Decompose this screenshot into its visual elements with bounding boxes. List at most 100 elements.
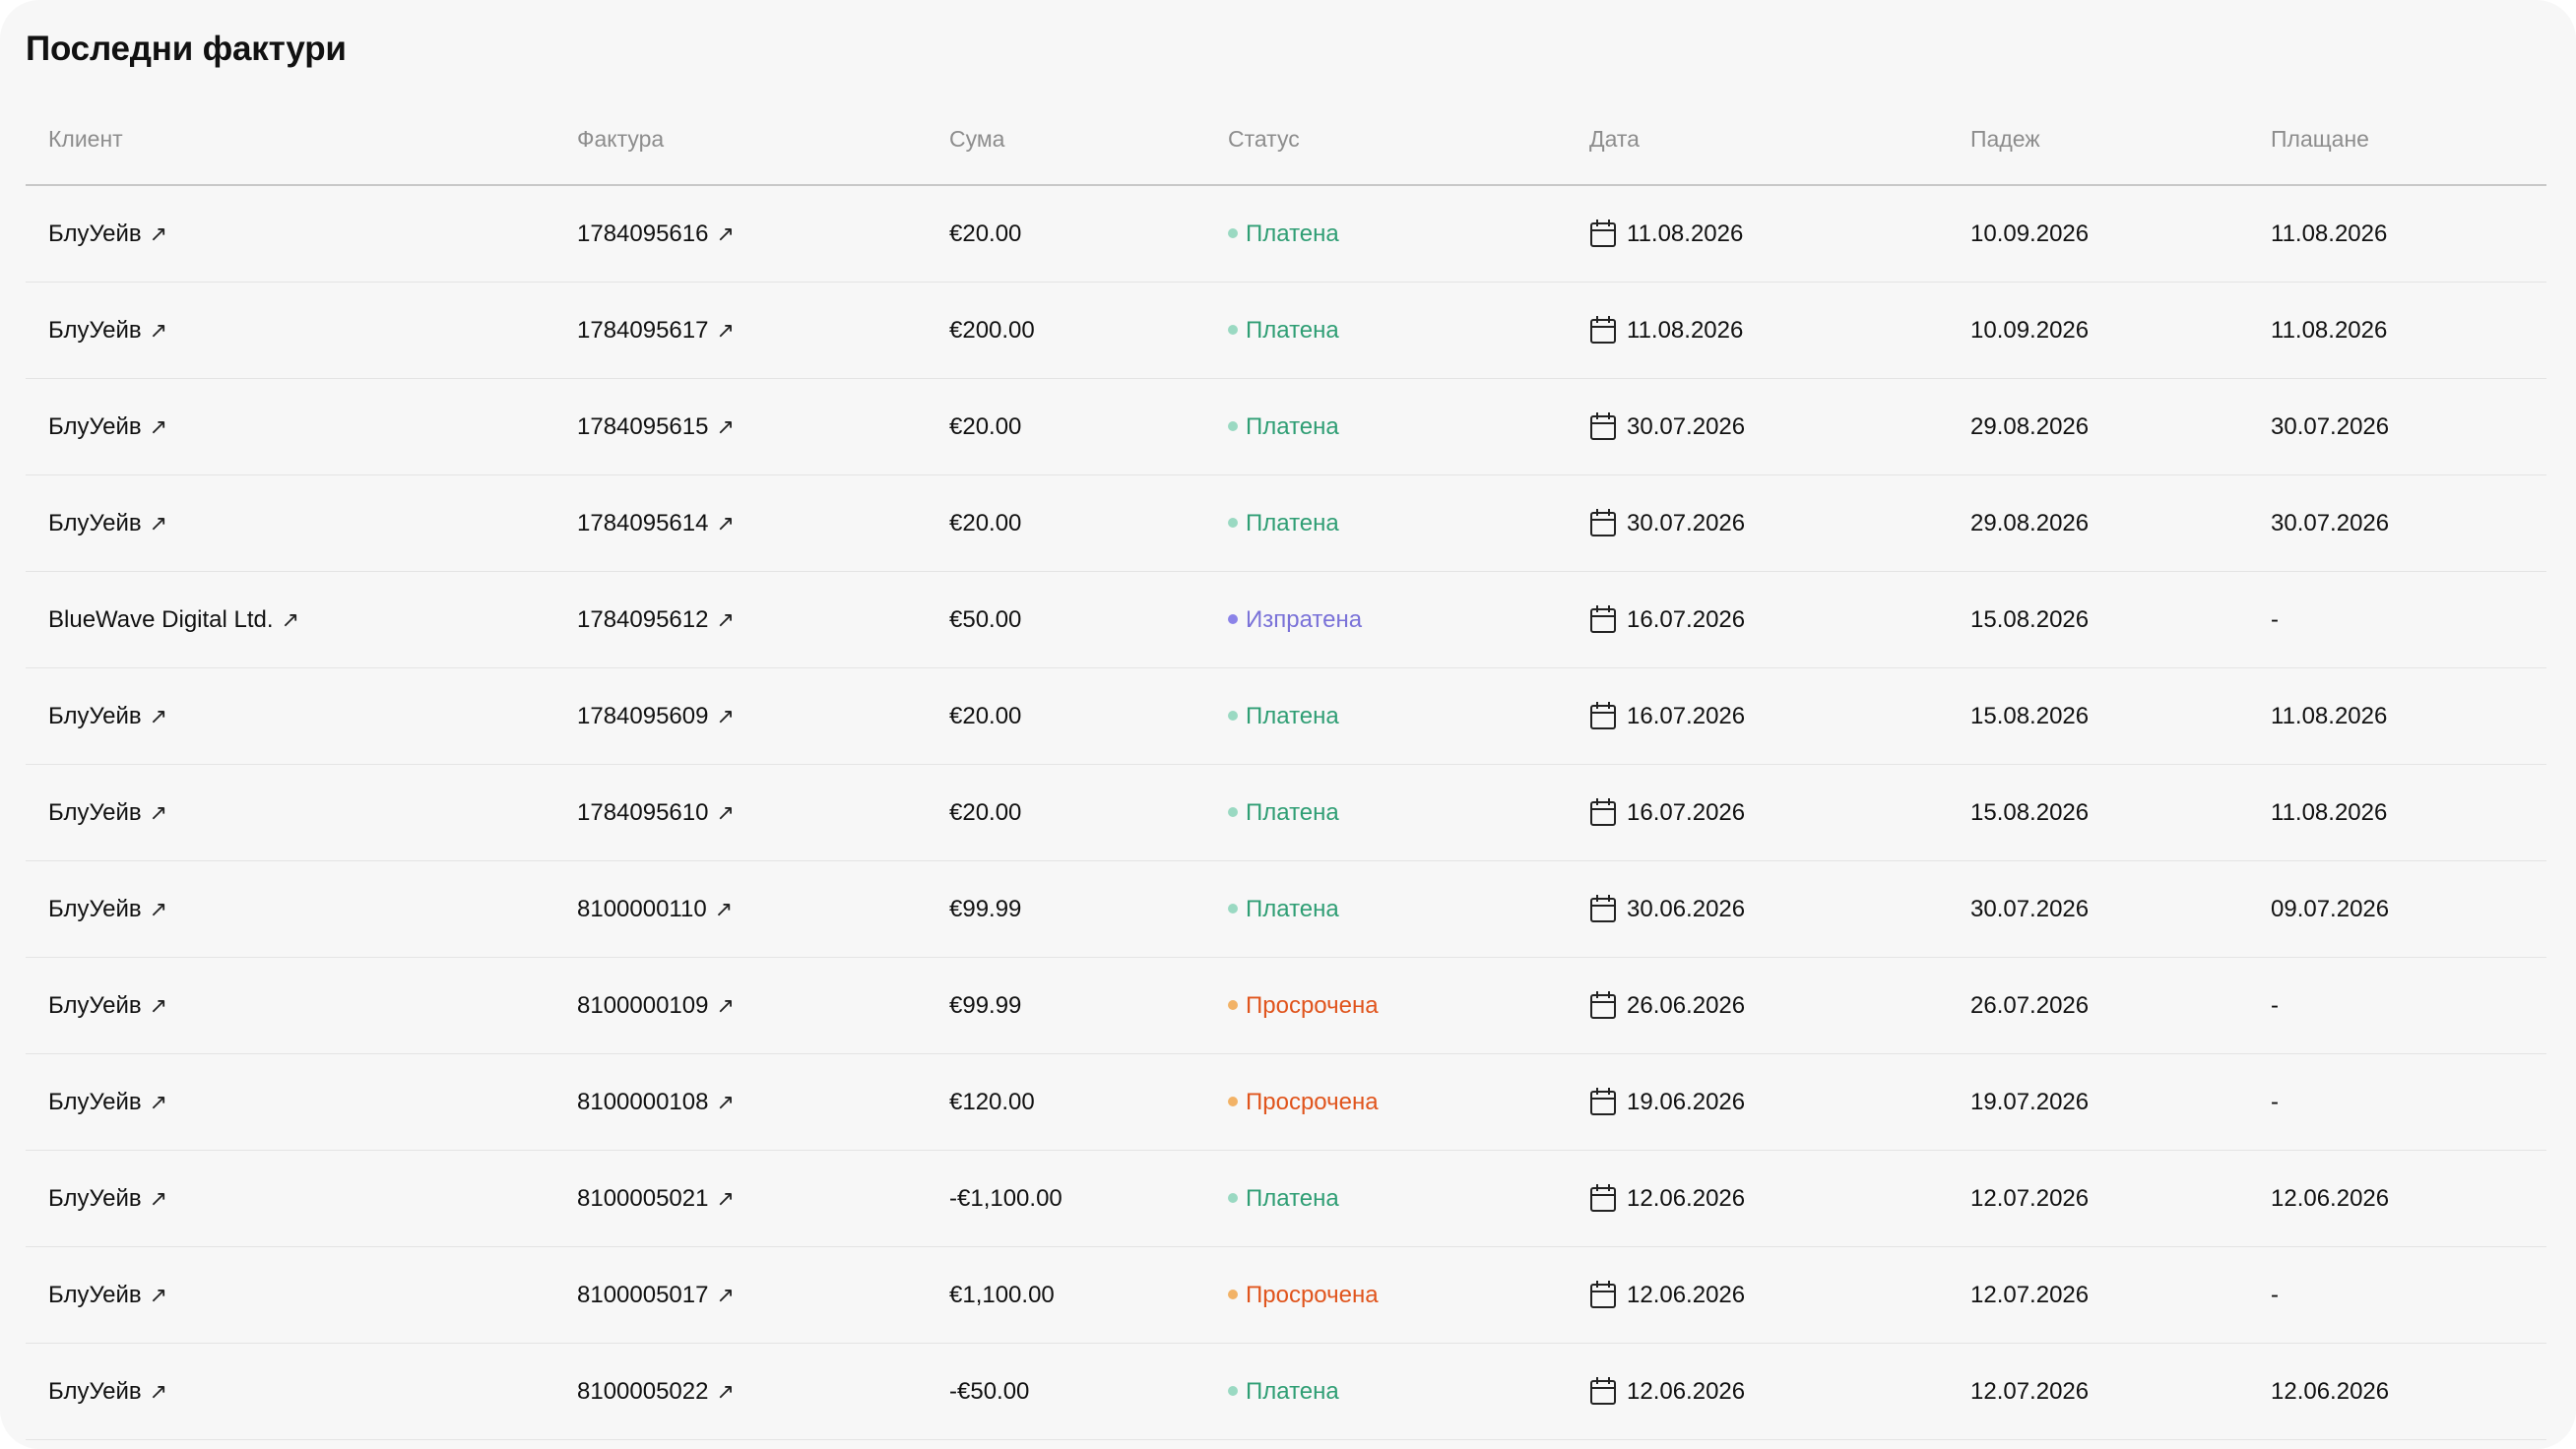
invoice-link[interactable]: 1784095609 ↗ (577, 668, 735, 764)
amount: €20.00 (949, 703, 1022, 729)
amount: €99.99 (949, 896, 1022, 922)
column-header-client[interactable]: Клиент (48, 126, 123, 153)
table-row[interactable]: БлуУейв ↗ 1784095614 ↗ €20.00 Платена 30.0… (26, 475, 2546, 572)
issue-date: 26.06.2026 (1589, 958, 1745, 1053)
status-dot-icon (1228, 903, 1238, 914)
issue-date-value: 26.06.2026 (1627, 992, 1746, 1019)
table-row[interactable]: БлуУейв ↗ 8100005021 ↗ -€1,100.00 Платена … (26, 1151, 2546, 1247)
column-header-payment[interactable]: Плащане (2271, 126, 2369, 153)
table-row[interactable]: БлуУейв ↗ 8100005017 ↗ €1,100.00 Просрочен… (26, 1247, 2546, 1344)
issue-date: 30.06.2026 (1589, 861, 1745, 957)
amount: €1,100.00 (949, 1282, 1055, 1308)
client-link[interactable]: БлуУейв ↗ (48, 186, 167, 282)
issue-date-value: 16.07.2026 (1627, 606, 1746, 633)
status-label: Платена (1246, 413, 1339, 440)
client-link[interactable]: БлуУейв ↗ (48, 861, 167, 957)
payment-date: 11.08.2026 (2271, 220, 2388, 247)
calendar-icon (1590, 990, 1616, 1019)
issue-date-value: 11.08.2026 (1627, 220, 1744, 247)
issue-date-value: 12.06.2026 (1627, 1185, 1746, 1212)
client-name: БлуУейв (48, 317, 142, 344)
external-link-icon: ↗ (716, 607, 735, 632)
external-link-icon: ↗ (149, 318, 168, 343)
status-label: Платена (1246, 703, 1339, 729)
status-label: Платена (1246, 1378, 1339, 1405)
invoice-link[interactable]: 8100005017 ↗ (577, 1247, 735, 1343)
client-link[interactable]: BlueWave Digital Ltd. ↗ (48, 572, 299, 667)
client-link[interactable]: БлуУейв ↗ (48, 475, 167, 571)
amount: -€50.00 (949, 1378, 1030, 1405)
status-label: Изпратена (1246, 606, 1363, 633)
external-link-icon: ↗ (149, 897, 168, 921)
issue-date-value: 11.08.2026 (1627, 317, 1744, 344)
client-name: БлуУейв (48, 510, 142, 536)
amount: -€1,100.00 (949, 1185, 1063, 1212)
status-badge: Просрочена (1228, 1054, 1379, 1150)
issue-date-value: 12.06.2026 (1627, 1378, 1746, 1405)
invoice-link[interactable]: 1784095616 ↗ (577, 186, 735, 282)
table-row[interactable]: BlueWave Digital Ltd. ↗ 1784095612 ↗ €50.0… (26, 572, 2546, 668)
issue-date: 19.06.2026 (1589, 1054, 1745, 1150)
calendar-icon (1590, 508, 1616, 536)
due-date: 15.08.2026 (1970, 799, 2090, 826)
calendar-icon (1590, 315, 1616, 344)
invoice-number: 1784095612 (577, 606, 709, 633)
table-row[interactable]: БлуУейв ↗ 8100005022 ↗ -€50.00 Платена 12.… (26, 1344, 2546, 1440)
calendar-icon (1590, 1087, 1616, 1115)
status-label: Платена (1246, 1185, 1339, 1212)
table-row[interactable]: БлуУейв ↗ 1784095615 ↗ €20.00 Платена 30.0… (26, 379, 2546, 475)
calendar-icon (1590, 219, 1616, 247)
client-link[interactable]: БлуУейв ↗ (48, 379, 167, 474)
table-row[interactable]: БлуУейв ↗ 1784095609 ↗ €20.00 Платена 16.0… (26, 668, 2546, 765)
calendar-icon (1590, 701, 1616, 729)
table-row[interactable]: БлуУейв ↗ 8100000109 ↗ €99.99 Просрочена 2… (26, 958, 2546, 1054)
client-link[interactable]: БлуУейв ↗ (48, 765, 167, 860)
status-dot-icon (1228, 1385, 1238, 1396)
invoice-link[interactable]: 8100000109 ↗ (577, 958, 735, 1053)
client-name: БлуУейв (48, 703, 142, 729)
client-link[interactable]: БлуУейв ↗ (48, 1054, 167, 1150)
column-header-amount[interactable]: Сума (949, 126, 1004, 153)
invoice-link[interactable]: 1784095610 ↗ (577, 765, 735, 860)
calendar-icon (1590, 797, 1616, 826)
client-link[interactable]: БлуУейв ↗ (48, 958, 167, 1053)
table-row[interactable]: БлуУейв ↗ 8100000110 ↗ €99.99 Платена 30.0… (26, 861, 2546, 958)
invoice-number: 8100005022 (577, 1378, 709, 1405)
client-name: БлуУейв (48, 799, 142, 826)
client-link[interactable]: БлуУейв ↗ (48, 668, 167, 764)
client-link[interactable]: БлуУейв ↗ (48, 1151, 167, 1246)
table-row[interactable]: БлуУейв ↗ 1784095617 ↗ €200.00 Платена 11.… (26, 283, 2546, 379)
column-header-due[interactable]: Падеж (1970, 126, 2040, 153)
invoice-link[interactable]: 1784095612 ↗ (577, 572, 735, 667)
client-name: БлуУейв (48, 1378, 142, 1405)
invoice-number: 1784095609 (577, 703, 709, 729)
invoice-link[interactable]: 8100000108 ↗ (577, 1054, 735, 1150)
column-header-date[interactable]: Дата (1589, 126, 1640, 153)
client-link[interactable]: БлуУейв ↗ (48, 283, 167, 378)
table-row[interactable]: БлуУейв ↗ 1784095610 ↗ €20.00 Платена 16.0… (26, 765, 2546, 861)
client-name: БлуУейв (48, 1282, 142, 1308)
client-name: БлуУейв (48, 1185, 142, 1212)
client-link[interactable]: БлуУейв ↗ (48, 1344, 167, 1439)
invoice-link[interactable]: 1784095617 ↗ (577, 283, 735, 378)
payment-date: 30.07.2026 (2271, 413, 2390, 440)
amount: €200.00 (949, 317, 1035, 344)
client-link[interactable]: БлуУейв ↗ (48, 1247, 167, 1343)
status-badge: Платена (1228, 765, 1339, 860)
invoice-link[interactable]: 8100005021 ↗ (577, 1151, 735, 1246)
table-row[interactable]: БлуУейв ↗ 8100000108 ↗ €120.00 Просрочена … (26, 1054, 2546, 1151)
column-header-status[interactable]: Статус (1228, 126, 1300, 153)
issue-date-value: 19.06.2026 (1627, 1089, 1746, 1115)
table-row[interactable]: БлуУейв ↗ 1784095616 ↗ €20.00 Платена 11.0… (26, 186, 2546, 283)
invoice-link[interactable]: 8100000110 ↗ (577, 861, 733, 957)
invoice-link[interactable]: 1784095614 ↗ (577, 475, 735, 571)
invoice-link[interactable]: 1784095615 ↗ (577, 379, 735, 474)
invoice-link[interactable]: 8100005022 ↗ (577, 1344, 735, 1439)
due-date: 12.07.2026 (1970, 1378, 2090, 1405)
status-badge: Платена (1228, 186, 1339, 282)
column-header-invoice[interactable]: Фактура (577, 126, 664, 153)
invoice-number: 1784095614 (577, 510, 709, 536)
payment-date: 30.07.2026 (2271, 510, 2390, 536)
calendar-icon (1590, 1183, 1616, 1212)
issue-date: 11.08.2026 (1589, 186, 1743, 282)
